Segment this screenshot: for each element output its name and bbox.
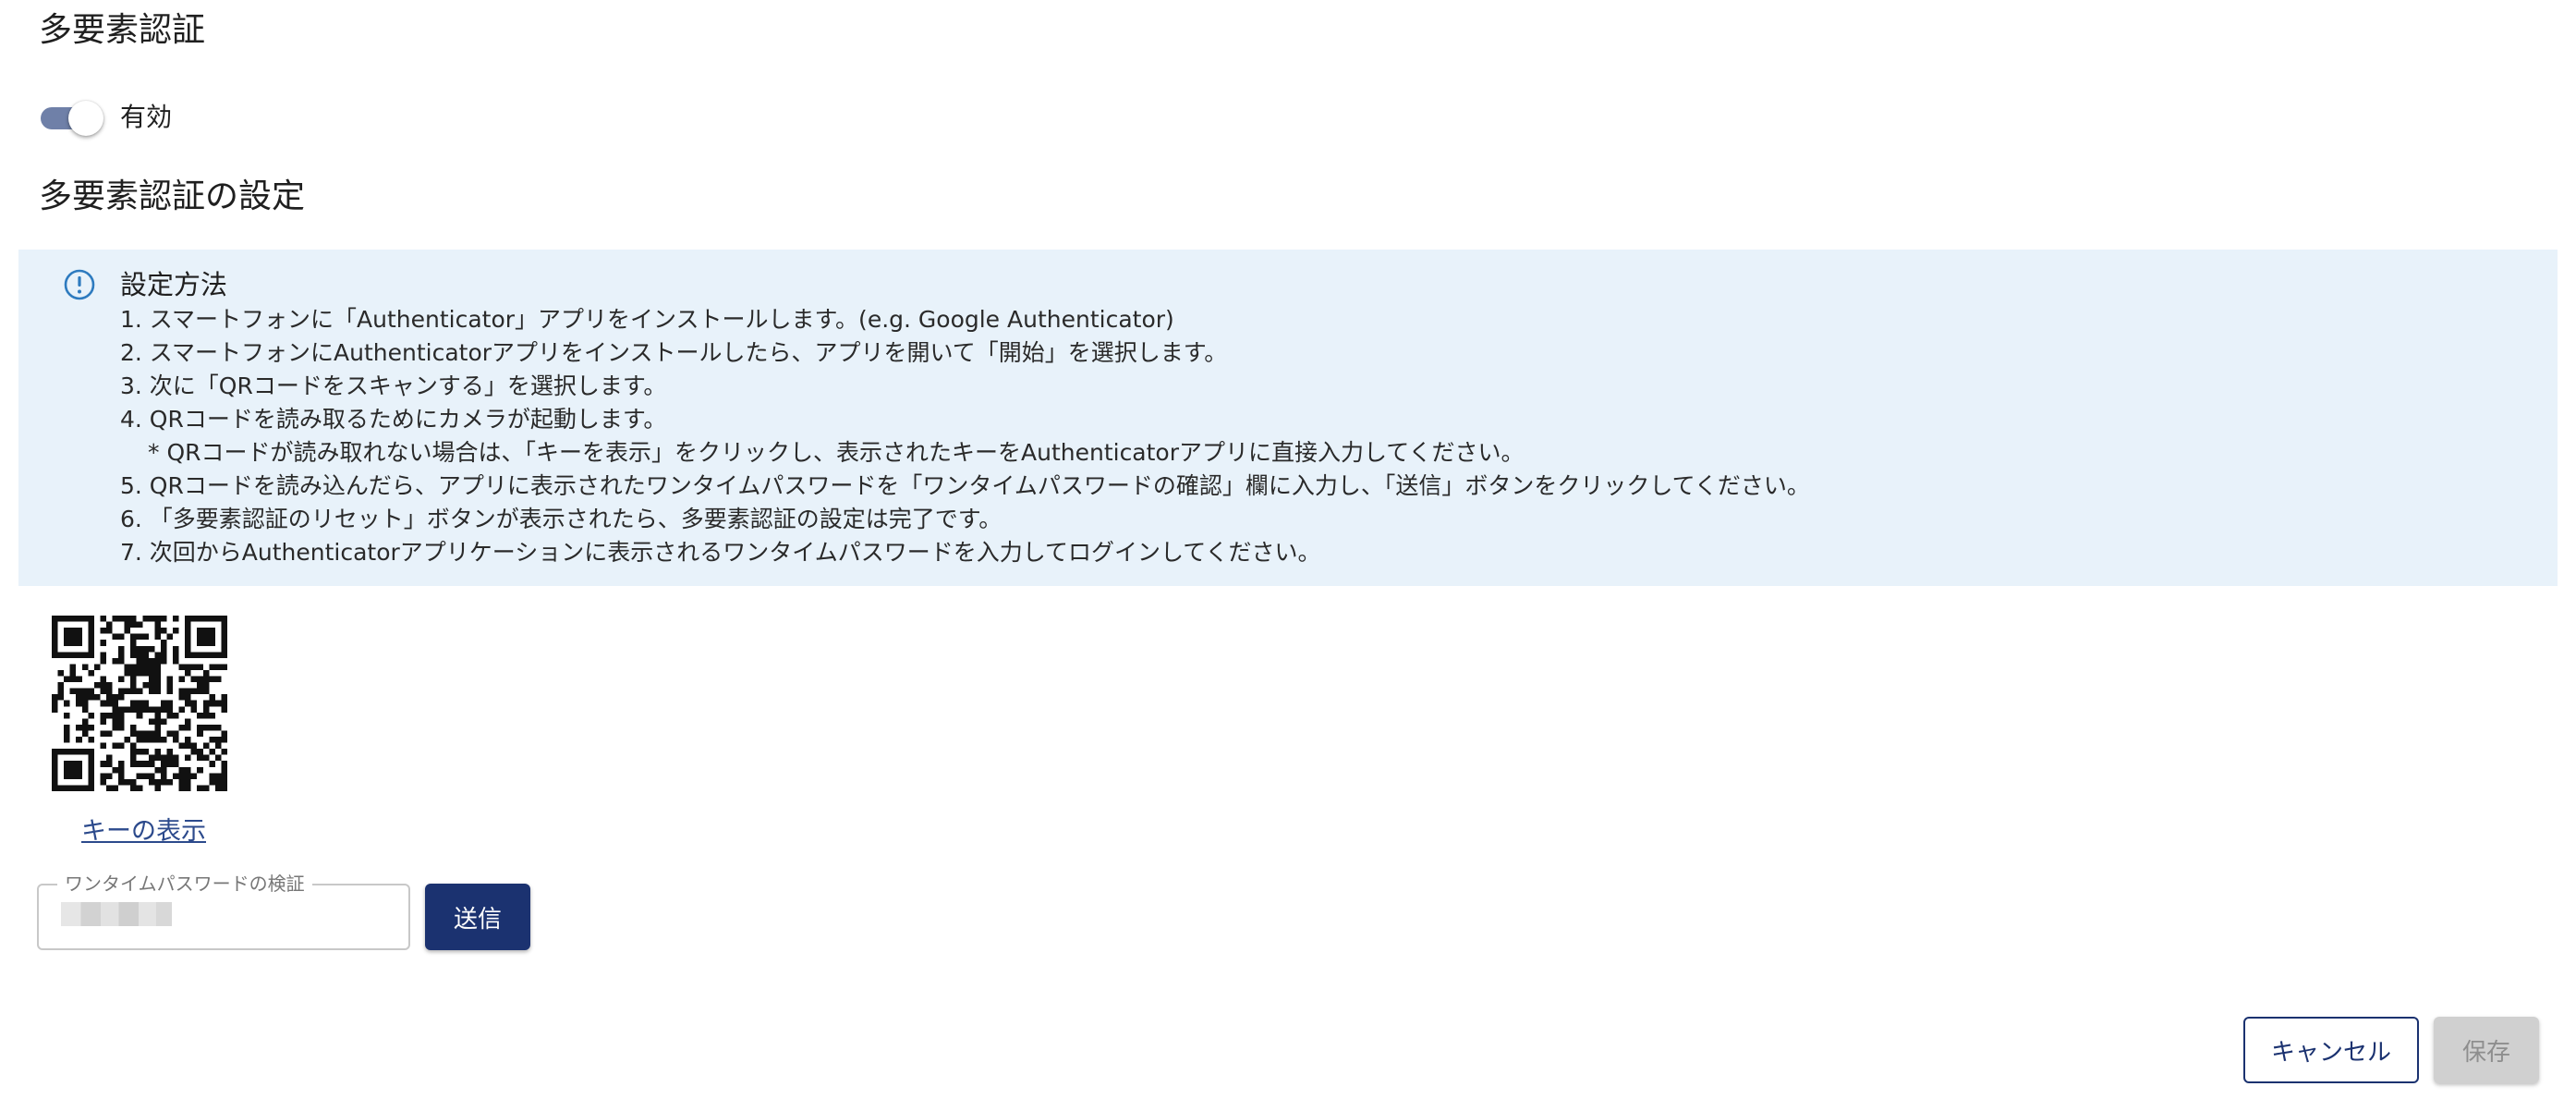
instruction-step: 5. QRコードを読み込んだら、アプリに表示されたワンタイムパスワードを「ワンタ… bbox=[120, 472, 1810, 499]
send-button[interactable]: 送信 bbox=[425, 884, 530, 950]
info-circle-icon bbox=[64, 269, 95, 300]
instruction-step: 7. 次回からAuthenticatorアプリケーションに表示されるワンタイムパ… bbox=[120, 539, 1321, 566]
instruction-step: 2. スマートフォンにAuthenticatorアプリをインストールしたら、アプ… bbox=[120, 339, 1228, 366]
mfa-title: 多要素認証 bbox=[39, 11, 206, 49]
instruction-step: 4. QRコードを読み取るためにカメラが起動します。 bbox=[120, 406, 667, 433]
otp-field-label: ワンタイムパスワードの検証 bbox=[57, 871, 312, 897]
instruction-step: 6. 「多要素認証のリセット」ボタンが表示されたら、多要素認証の設定は完了です。 bbox=[120, 506, 1002, 532]
instruction-step: 1. スマートフォンに「Authenticator」アプリをインストールします。… bbox=[120, 306, 1174, 333]
cancel-button[interactable]: キャンセル bbox=[2243, 1017, 2419, 1083]
mfa-toggle-label: 有効 bbox=[120, 102, 173, 132]
instruction-note: * QRコードが読み取れない場合は、「キーを表示」をクリックし、表示されたキーを… bbox=[148, 439, 1525, 466]
setup-instructions-alert: 設定方法 1. スマートフォンに「Authenticator」アプリをインストー… bbox=[18, 250, 2558, 586]
mfa-settings-page: 多要素認証 有効 多要素認証の設定 設定方法 1. スマートフォンに「Authe… bbox=[0, 0, 2576, 1111]
otp-input[interactable] bbox=[61, 902, 172, 926]
qr-code-image bbox=[52, 616, 227, 791]
mfa-setup-title: 多要素認証の設定 bbox=[39, 177, 306, 215]
mfa-enable-switch[interactable] bbox=[41, 97, 103, 136]
switch-knob bbox=[68, 101, 103, 136]
show-key-link[interactable]: キーの表示 bbox=[81, 813, 206, 850]
instructions-title: 設定方法 bbox=[120, 269, 228, 300]
mfa-toggle-row: 有効 bbox=[41, 92, 172, 139]
otp-verify-field[interactable]: ワンタイムパスワードの検証 bbox=[37, 871, 410, 950]
instruction-step: 3. 次に「QRコードをスキャンする」を選択します。 bbox=[120, 372, 667, 399]
save-button: 保存 bbox=[2434, 1017, 2539, 1083]
instruction-steps: 1. スマートフォンに「Authenticator」アプリをインストールします。… bbox=[120, 303, 1810, 569]
